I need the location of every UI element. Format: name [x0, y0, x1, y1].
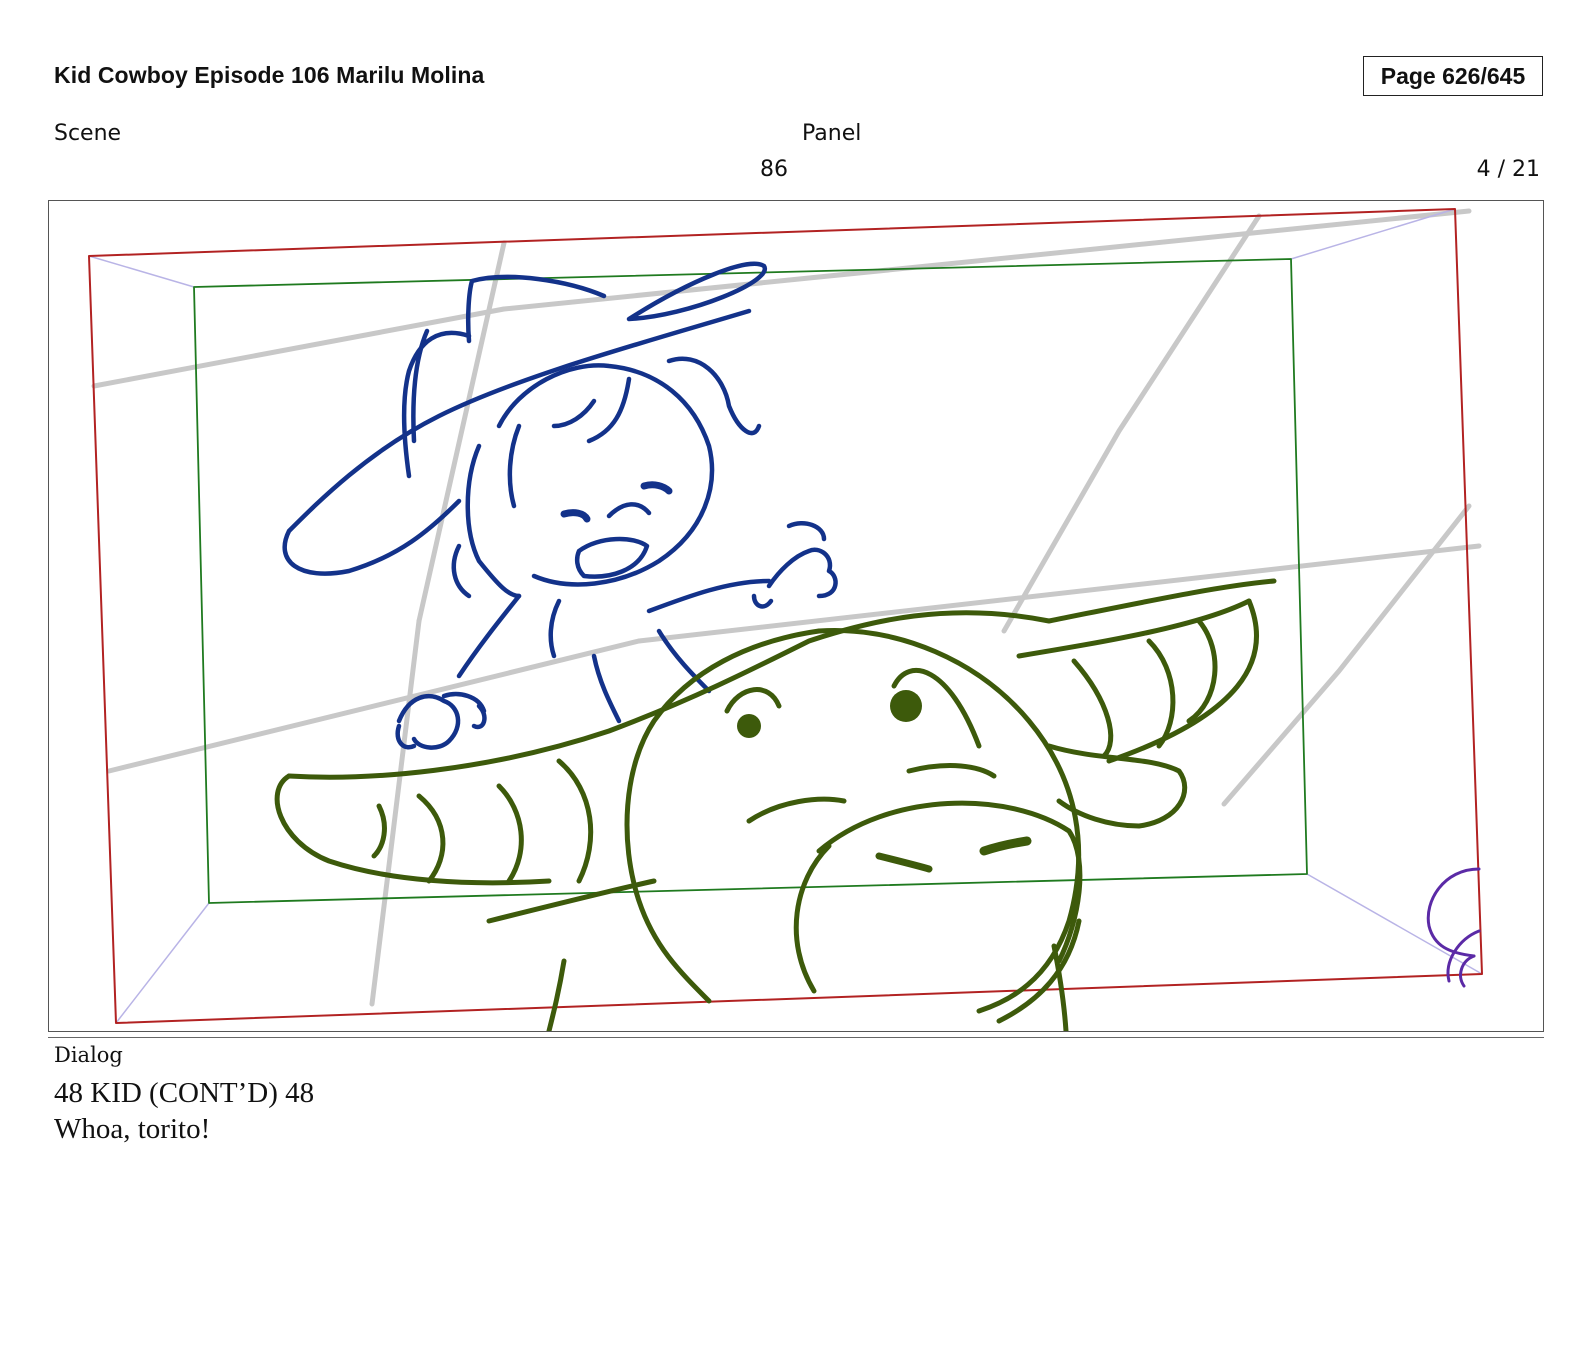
panel-divider	[48, 1037, 1544, 1038]
storyboard-panel	[48, 200, 1544, 1032]
bull-calf-sketch	[274, 578, 1277, 1031]
panel-number: 4 / 21	[1476, 157, 1540, 182]
dialog-label: Dialog	[54, 1043, 123, 1067]
scene-label: Scene	[54, 121, 122, 146]
dialog-slug-line: 48 KID (CONT’D) 48	[54, 1077, 315, 1109]
dialog-text-line: Whoa, torito!	[54, 1113, 211, 1145]
document-title: Kid Cowboy Episode 106 Marilu Molina	[54, 62, 485, 88]
panel-label: Panel	[802, 121, 862, 146]
scene-number: 86	[760, 157, 788, 182]
page-number: Page 626/645	[1380, 62, 1526, 89]
perspective-lines	[91, 208, 1482, 1007]
storyboard-sketch	[88, 208, 1483, 1031]
page-number-box: Page 626/645	[1363, 56, 1543, 96]
